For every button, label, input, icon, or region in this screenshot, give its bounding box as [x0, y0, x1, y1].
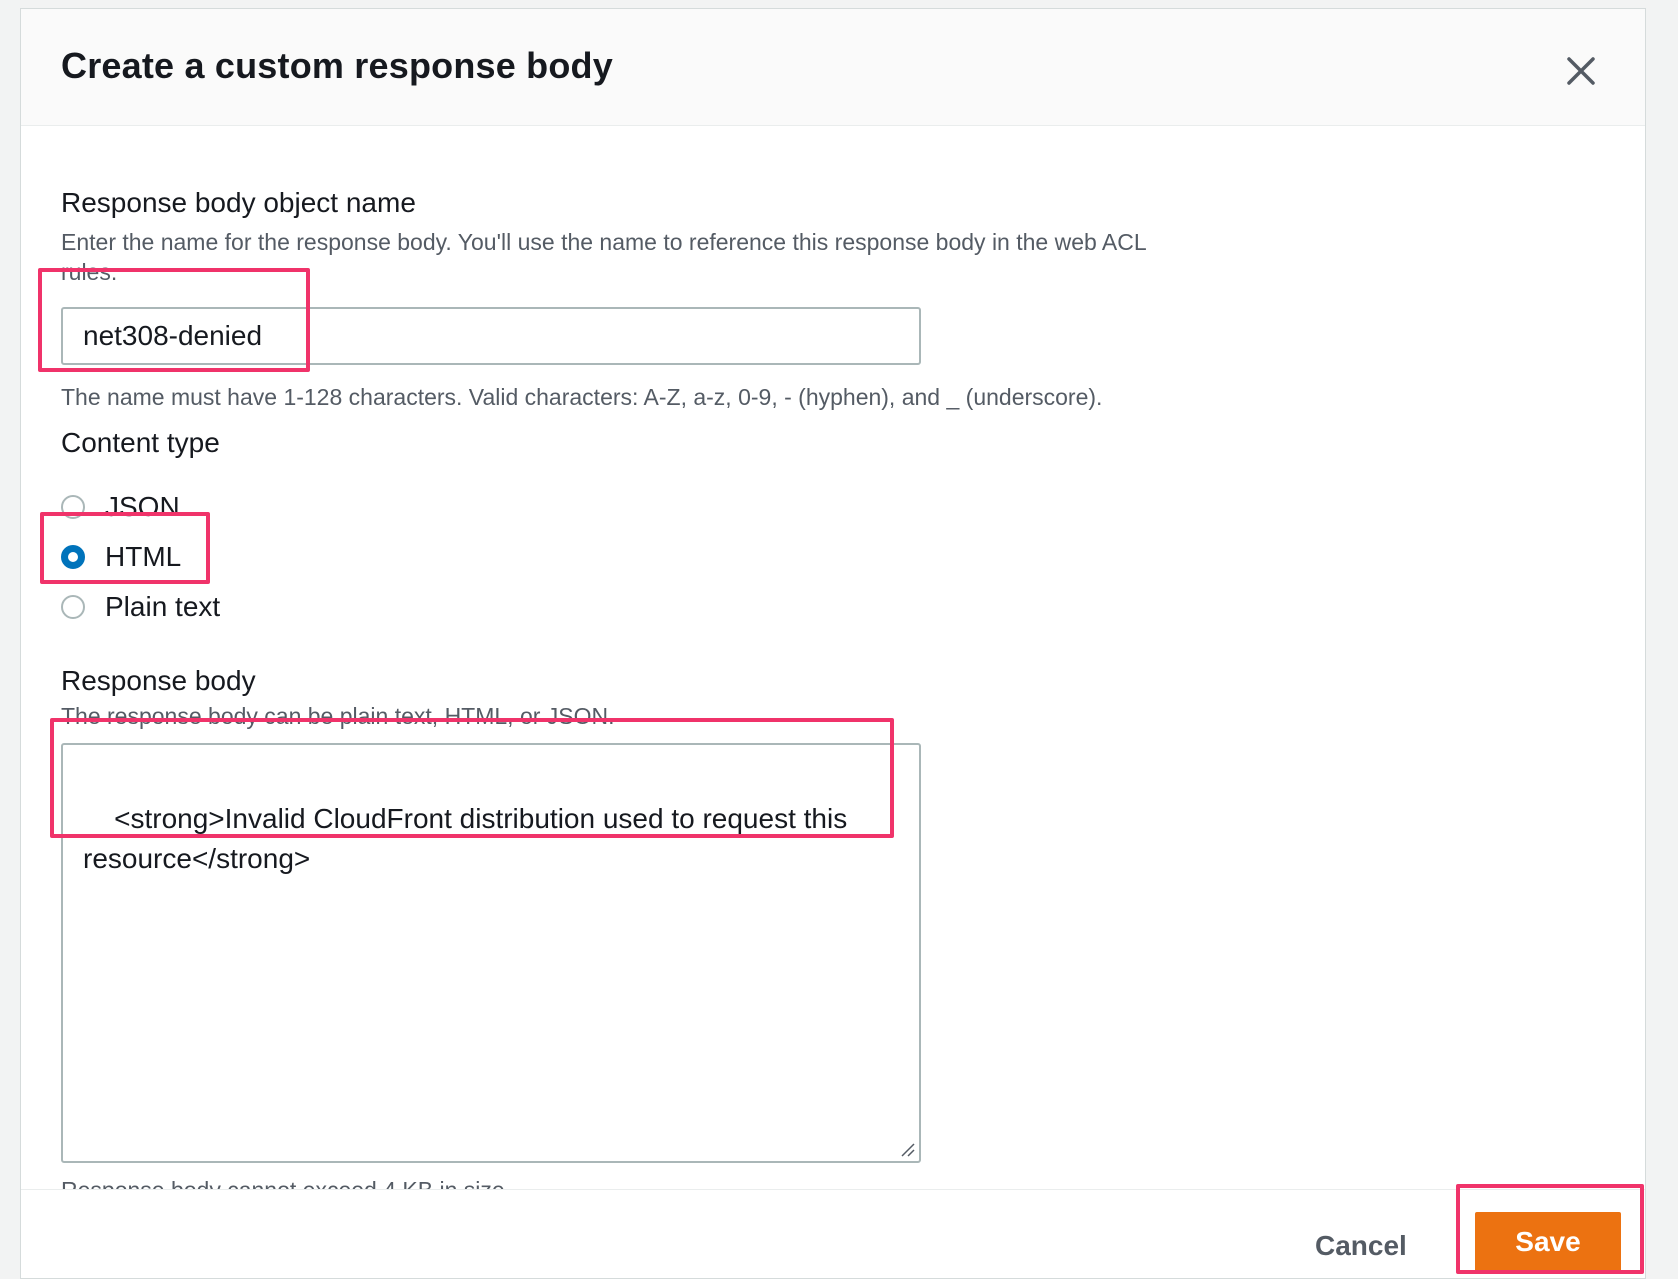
- resize-handle-icon[interactable]: [899, 1141, 915, 1157]
- dialog-header: Create a custom response body: [21, 9, 1645, 126]
- radio-html[interactable]: HTML: [61, 537, 181, 577]
- save-button[interactable]: Save: [1475, 1212, 1621, 1272]
- response-body-label: Response body: [61, 665, 256, 696]
- response-body-textarea[interactable]: <strong>Invalid CloudFront distribution …: [61, 743, 921, 1163]
- close-icon[interactable]: [1563, 53, 1599, 89]
- name-constraint-text: The name must have 1-128 characters. Val…: [61, 384, 1103, 410]
- radio-json[interactable]: JSON: [61, 487, 180, 527]
- response-body-name-input[interactable]: net308-denied: [61, 307, 921, 365]
- response-body-description: The response body can be plain text, HTM…: [61, 703, 615, 729]
- create-response-body-dialog: Create a custom response body Response b…: [20, 8, 1646, 1279]
- radio-html-label: HTML: [105, 541, 182, 572]
- cancel-button[interactable]: Cancel: [1315, 1230, 1407, 1262]
- radio-plain-text-label: Plain text: [105, 591, 221, 622]
- radio-plain-text[interactable]: Plain text: [61, 587, 220, 627]
- name-field-description: Enter the name for the response body. Yo…: [61, 229, 1146, 285]
- name-field-label: Response body object name: [61, 187, 416, 218]
- radio-button-checked[interactable]: [61, 545, 85, 569]
- content-type-label: Content type: [61, 427, 220, 458]
- radio-button-unchecked[interactable]: [61, 595, 85, 619]
- response-body-value: <strong>Invalid CloudFront distribution …: [83, 803, 855, 874]
- dialog-title: Create a custom response body: [61, 45, 613, 86]
- dialog-footer: Cancel Save: [21, 1189, 1645, 1278]
- radio-button-unchecked[interactable]: [61, 495, 85, 519]
- radio-json-label: JSON: [105, 491, 180, 522]
